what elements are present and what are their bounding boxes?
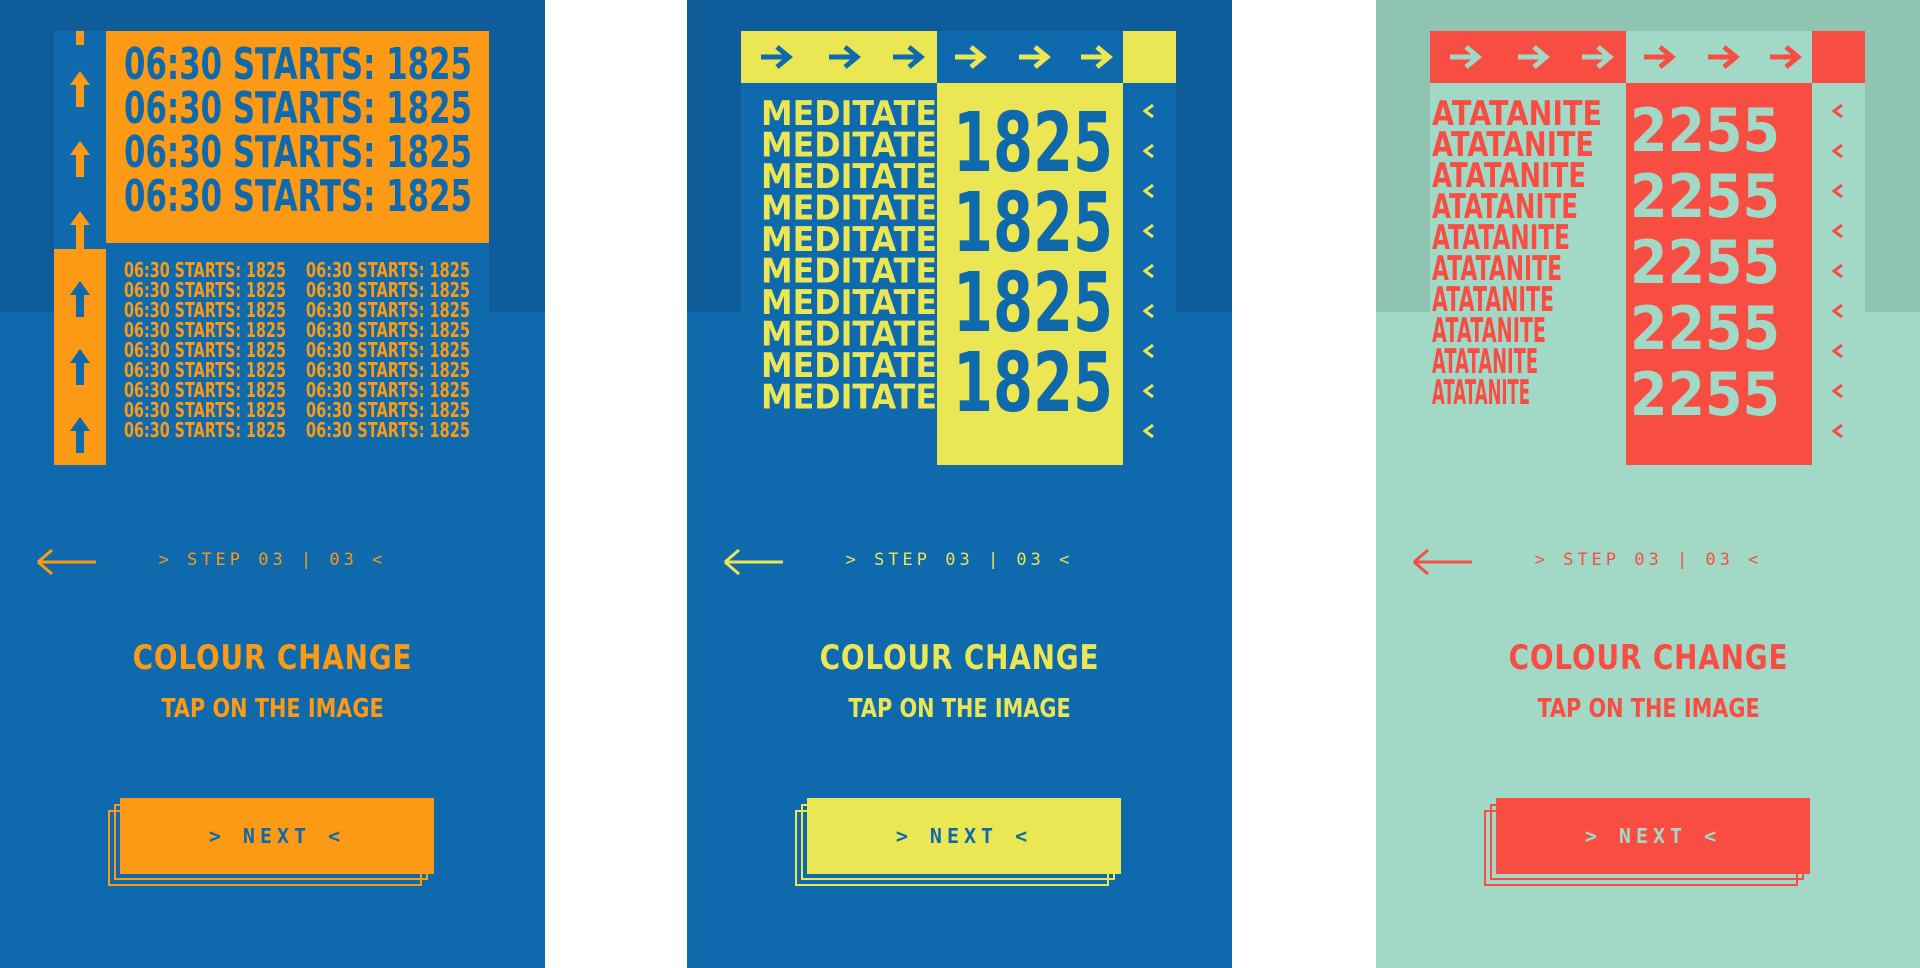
poster-text: MEDITATE <box>761 378 937 418</box>
poster-text: 2255 <box>1630 360 1780 430</box>
screen-yellow: MEDITATE MEDITATE MEDITATE MEDITATE MEDITATE… <box>687 0 1232 968</box>
screen-title: COLOUR CHANGE <box>132 638 413 678</box>
next-button-group: > NEXT < <box>108 796 438 888</box>
poster-text: 06:30 STARTS: 1825 <box>124 418 286 442</box>
next-button-group: > NEXT < <box>1484 796 1814 888</box>
screen-title: COLOUR CHANGE <box>1508 638 1789 678</box>
poster-text: 06:30 STARTS: 1825 <box>124 171 472 222</box>
poster-text: 2255 <box>1630 228 1780 298</box>
poster-image[interactable]: ATATANITE ATATANITE ATATANITE ATATANITE ATAT… <box>1430 31 1865 465</box>
screen-subtitle: TAP ON THE IMAGE <box>1537 694 1760 724</box>
poster-text: ATATANITE <box>1432 373 1530 413</box>
poster-image[interactable]: 06:30 STARTS: 1825 06:30 STARTS: 1825 06:3… <box>54 31 489 465</box>
poster-text: 2255 <box>1630 294 1780 364</box>
next-button-group: > NEXT < <box>795 796 1125 888</box>
screen-coral: ATATANITE ATATANITE ATATANITE ATATANITE ATAT… <box>1376 0 1920 968</box>
poster-text: 2255 <box>1630 162 1780 232</box>
poster-text: 1825 <box>953 336 1113 431</box>
next-button[interactable]: > NEXT < <box>807 798 1121 874</box>
screen-orange: 06:30 STARTS: 1825 06:30 STARTS: 1825 06:3… <box>0 0 545 968</box>
screen-subtitle: TAP ON THE IMAGE <box>161 694 384 724</box>
step-indicator: > STEP 03 | 03 < <box>845 550 1074 570</box>
poster-image[interactable]: MEDITATE MEDITATE MEDITATE MEDITATE MEDITATE… <box>741 31 1176 465</box>
step-indicator: > STEP 03 | 03 < <box>1534 550 1763 570</box>
poster-text: 06:30 STARTS: 1825 <box>306 418 470 442</box>
poster-text: 2255 <box>1630 96 1780 166</box>
screen-subtitle: TAP ON THE IMAGE <box>848 694 1071 724</box>
next-button[interactable]: > NEXT < <box>1496 798 1810 874</box>
screen-title: COLOUR CHANGE <box>819 638 1100 678</box>
next-button[interactable]: > NEXT < <box>120 798 434 874</box>
step-indicator: > STEP 03 | 03 < <box>158 550 387 570</box>
